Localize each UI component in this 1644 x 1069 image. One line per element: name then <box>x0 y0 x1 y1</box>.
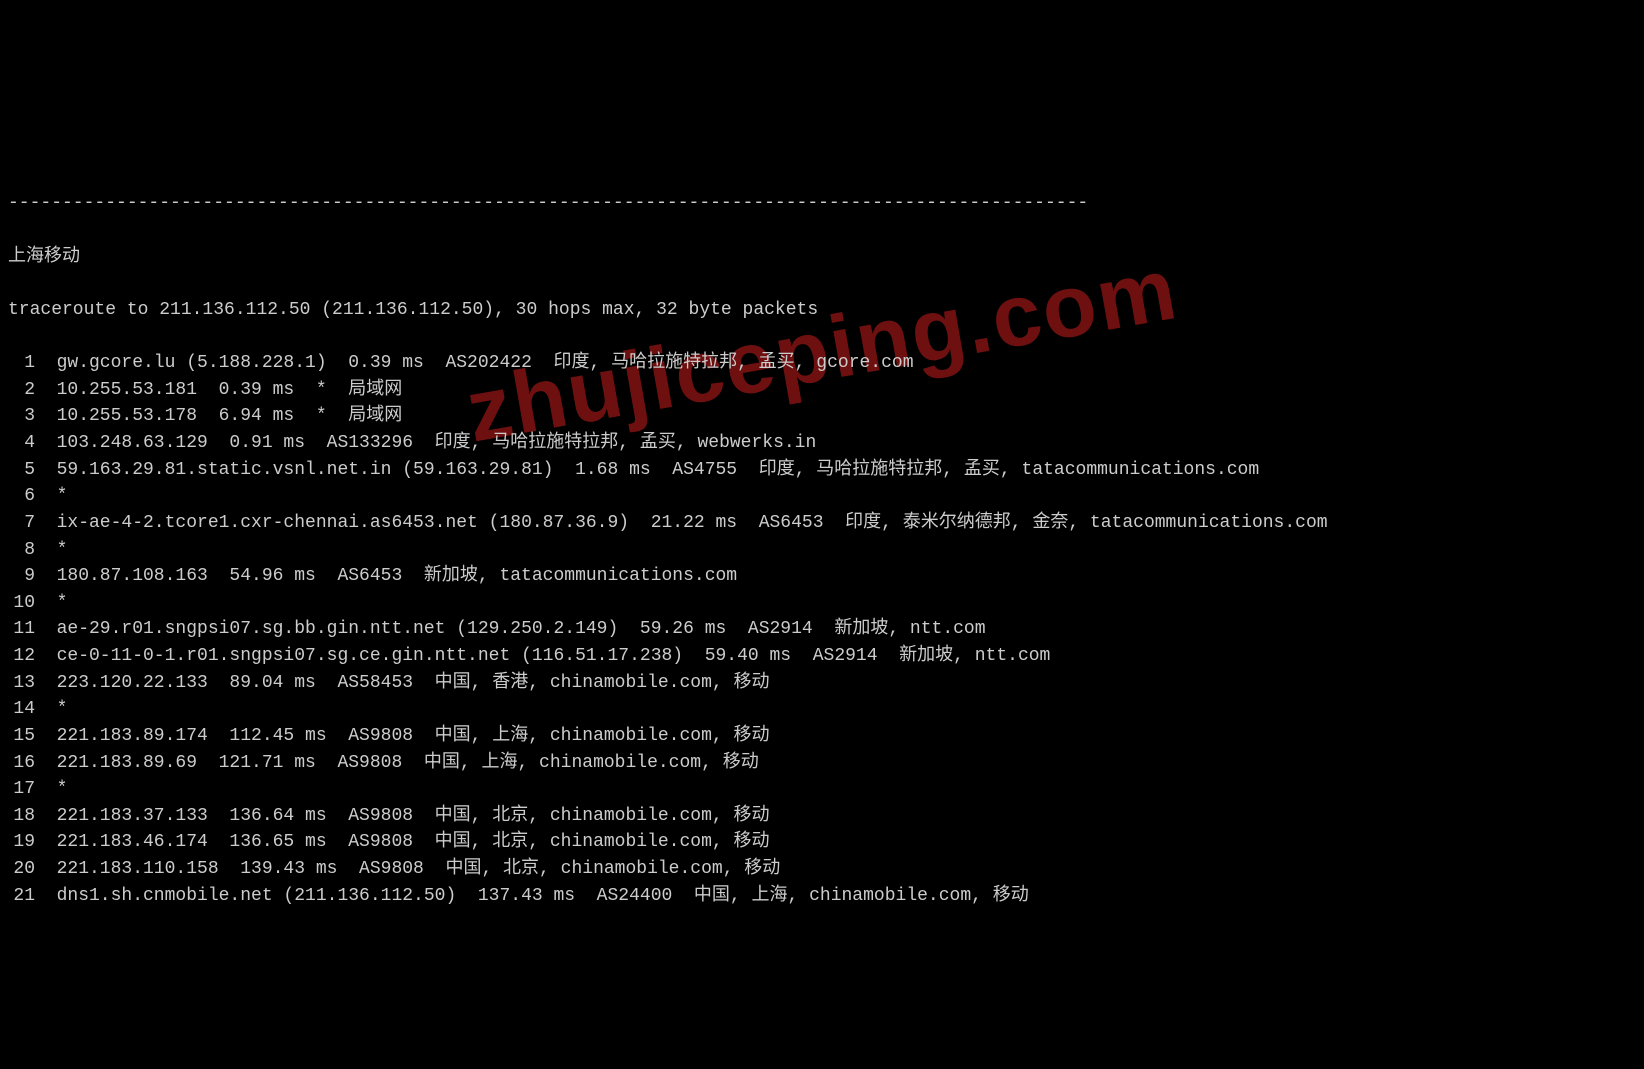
hop-content: 221.183.89.69 121.71 ms AS9808 中国, 上海, c… <box>35 750 759 777</box>
hop-number: 14 <box>8 696 35 723</box>
hop-content: 180.87.108.163 54.96 ms AS6453 新加坡, tata… <box>35 563 737 590</box>
traceroute-hop-row: 10* <box>8 590 1636 617</box>
hop-content: 221.183.110.158 139.43 ms AS9808 中国, 北京,… <box>35 856 780 883</box>
hop-content: ix-ae-4-2.tcore1.cxr-chennai.as6453.net … <box>35 510 1328 537</box>
hop-number: 12 <box>8 643 35 670</box>
traceroute-hop-row: 559.163.29.81.static.vsnl.net.in (59.163… <box>8 457 1636 484</box>
traceroute-hop-row: 4103.248.63.129 0.91 ms AS133296 印度, 马哈拉… <box>8 430 1636 457</box>
traceroute-hop-row: 19221.183.46.174 136.65 ms AS9808 中国, 北京… <box>8 829 1636 856</box>
hop-number: 3 <box>8 403 35 430</box>
traceroute-hop-row: 11ae-29.r01.sngpsi07.sg.bb.gin.ntt.net (… <box>8 616 1636 643</box>
traceroute-hop-row: 15221.183.89.174 112.45 ms AS9808 中国, 上海… <box>8 723 1636 750</box>
hop-content: 221.183.89.174 112.45 ms AS9808 中国, 上海, … <box>35 723 770 750</box>
hop-content: ae-29.r01.sngpsi07.sg.bb.gin.ntt.net (12… <box>35 616 986 643</box>
location-header: 上海移动 <box>8 244 1636 271</box>
hops-container: 1gw.gcore.lu (5.188.228.1) 0.39 ms AS202… <box>8 350 1636 909</box>
hop-content: gw.gcore.lu (5.188.228.1) 0.39 ms AS2024… <box>35 350 914 377</box>
traceroute-hop-row: 210.255.53.181 0.39 ms * 局域网 <box>8 377 1636 404</box>
hop-number: 8 <box>8 537 35 564</box>
traceroute-hop-row: 20221.183.110.158 139.43 ms AS9808 中国, 北… <box>8 856 1636 883</box>
traceroute-hop-row: 7ix-ae-4-2.tcore1.cxr-chennai.as6453.net… <box>8 510 1636 537</box>
traceroute-hop-row: 12ce-0-11-0-1.r01.sngpsi07.sg.ce.gin.ntt… <box>8 643 1636 670</box>
hop-number: 5 <box>8 457 35 484</box>
hop-content: 221.183.37.133 136.64 ms AS9808 中国, 北京, … <box>35 803 770 830</box>
traceroute-hop-row: 21dns1.sh.cnmobile.net (211.136.112.50) … <box>8 883 1636 910</box>
hop-number: 2 <box>8 377 35 404</box>
hop-content: 223.120.22.133 89.04 ms AS58453 中国, 香港, … <box>35 670 770 697</box>
terminal-output: ----------------------------------------… <box>8 164 1636 936</box>
hop-content: ce-0-11-0-1.r01.sngpsi07.sg.ce.gin.ntt.n… <box>35 643 1050 670</box>
hop-number: 6 <box>8 483 35 510</box>
hop-content: * <box>35 483 67 510</box>
traceroute-hop-row: 14* <box>8 696 1636 723</box>
hop-content: 221.183.46.174 136.65 ms AS9808 中国, 北京, … <box>35 829 770 856</box>
separator-line: ----------------------------------------… <box>8 190 1636 217</box>
hop-number: 1 <box>8 350 35 377</box>
hop-number: 7 <box>8 510 35 537</box>
traceroute-hop-row: 310.255.53.178 6.94 ms * 局域网 <box>8 403 1636 430</box>
traceroute-hop-row: 16221.183.89.69 121.71 ms AS9808 中国, 上海,… <box>8 750 1636 777</box>
hop-number: 20 <box>8 856 35 883</box>
hop-number: 9 <box>8 563 35 590</box>
hop-number: 15 <box>8 723 35 750</box>
hop-number: 4 <box>8 430 35 457</box>
traceroute-hop-row: 9180.87.108.163 54.96 ms AS6453 新加坡, tat… <box>8 563 1636 590</box>
hop-content: * <box>35 696 67 723</box>
hop-content: 59.163.29.81.static.vsnl.net.in (59.163.… <box>35 457 1259 484</box>
traceroute-hop-row: 8* <box>8 537 1636 564</box>
hop-content: dns1.sh.cnmobile.net (211.136.112.50) 13… <box>35 883 1029 910</box>
traceroute-hop-row: 17* <box>8 776 1636 803</box>
hop-number: 11 <box>8 616 35 643</box>
hop-content: 10.255.53.178 6.94 ms * 局域网 <box>35 403 402 430</box>
hop-number: 10 <box>8 590 35 617</box>
traceroute-hop-row: 13223.120.22.133 89.04 ms AS58453 中国, 香港… <box>8 670 1636 697</box>
hop-content: 103.248.63.129 0.91 ms AS133296 印度, 马哈拉施… <box>35 430 816 457</box>
hop-number: 19 <box>8 829 35 856</box>
hop-number: 16 <box>8 750 35 777</box>
traceroute-hop-row: 6* <box>8 483 1636 510</box>
hop-content: 10.255.53.181 0.39 ms * 局域网 <box>35 377 402 404</box>
hop-number: 21 <box>8 883 35 910</box>
hop-number: 13 <box>8 670 35 697</box>
hop-content: * <box>35 776 67 803</box>
hop-number: 17 <box>8 776 35 803</box>
hop-number: 18 <box>8 803 35 830</box>
hop-content: * <box>35 537 67 564</box>
traceroute-hop-row: 1gw.gcore.lu (5.188.228.1) 0.39 ms AS202… <box>8 350 1636 377</box>
traceroute-hop-row: 18221.183.37.133 136.64 ms AS9808 中国, 北京… <box>8 803 1636 830</box>
hop-content: * <box>35 590 67 617</box>
traceroute-header: traceroute to 211.136.112.50 (211.136.11… <box>8 297 1636 324</box>
